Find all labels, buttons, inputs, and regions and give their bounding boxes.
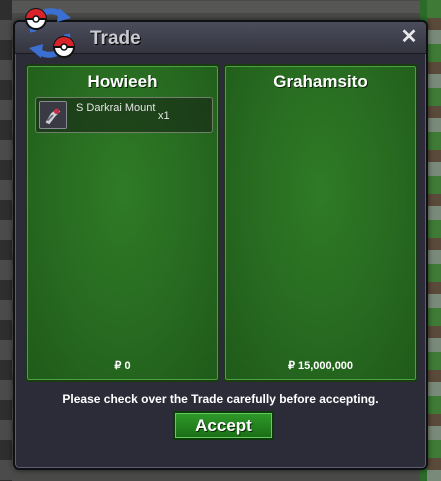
world-edge-left xyxy=(0,0,12,481)
player-name-right: Grahamsito xyxy=(273,72,368,91)
window-title: Trade xyxy=(90,28,141,49)
darkrai-mount-icon xyxy=(39,101,67,129)
accept-button[interactable]: Accept xyxy=(173,411,274,440)
trade-panels: Howieeh S Darkrai Mount x1 ₽ 0 Grahamsit… xyxy=(25,64,420,382)
item-quantity: x1 xyxy=(158,110,170,122)
money-offer-right: ₽ 15,000,000 xyxy=(287,360,354,372)
player-name-left: Howieeh xyxy=(87,72,158,91)
trade-window: Trade ✕ Howieeh S Darkrai Mount x1 ₽ 0 G… xyxy=(13,8,428,470)
trade-swap-icon xyxy=(25,8,75,58)
trade-warning-text: Please check over the Trade carefully be… xyxy=(62,392,379,406)
item-name: S Darkrai Mount xyxy=(76,102,156,114)
my-offer-panel: Howieeh S Darkrai Mount x1 ₽ 0 xyxy=(25,64,220,382)
close-icon[interactable]: ✕ xyxy=(398,26,420,48)
partner-offer-panel: Grahamsito ₽ 15,000,000 xyxy=(223,64,418,382)
world-edge-right xyxy=(427,0,441,481)
trade-item-row[interactable]: S Darkrai Mount x1 xyxy=(35,97,213,133)
money-offer-left: ₽ 0 xyxy=(114,360,131,372)
